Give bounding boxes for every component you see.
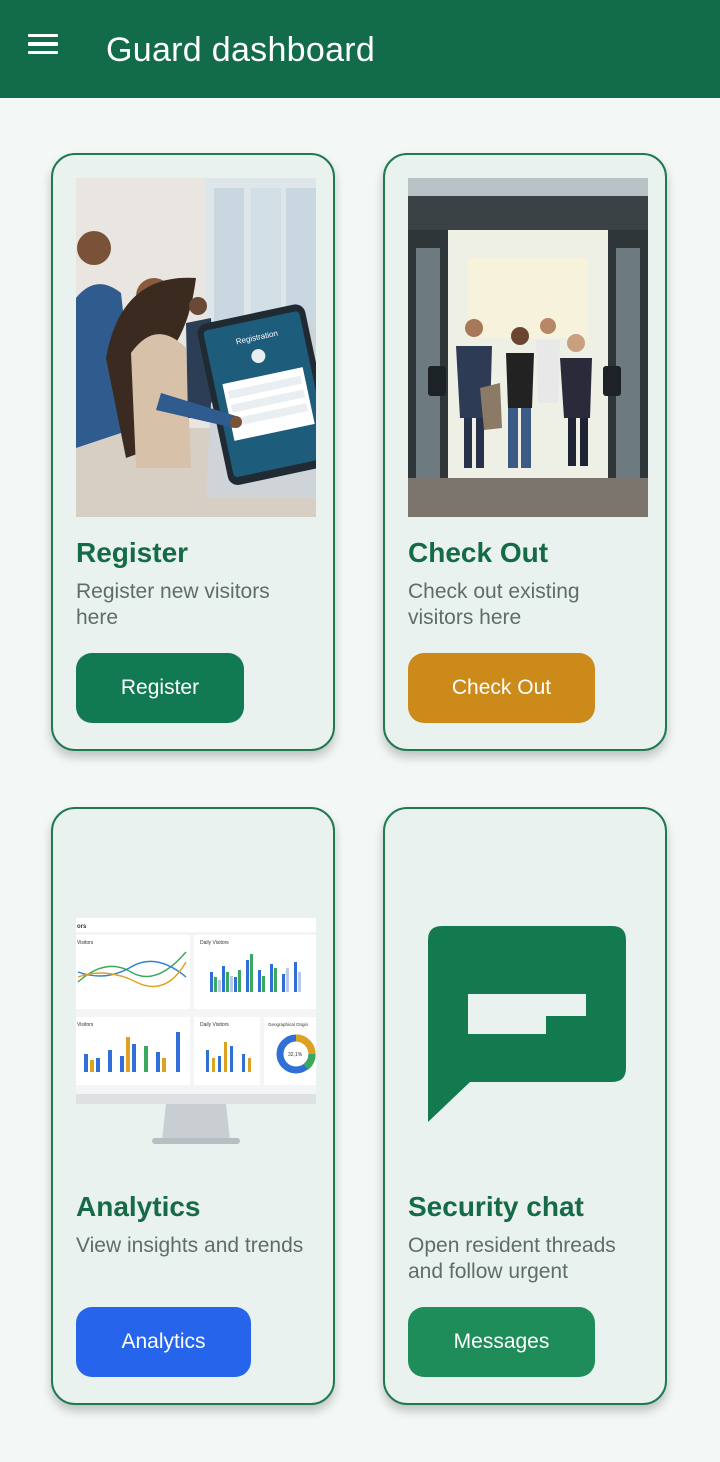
screen-header: ors (77, 924, 87, 930)
checkout-title: Check Out (408, 537, 549, 568)
analytics-title: Analytics (76, 1191, 201, 1222)
security-chat-card[interactable]: Security chat Open resident threads and … (383, 807, 667, 1405)
analytics-description: View insights and trends (76, 1234, 304, 1257)
app-bar: Guard dashboard (0, 0, 720, 98)
chat-icon (408, 832, 648, 1171)
analytics-image: ors Visitors Daily Visitors Visitors Dai… (76, 832, 316, 1171)
register-image: Registration (76, 178, 316, 517)
menu-icon[interactable] (28, 26, 72, 62)
screen-panel3-label: Visitors (77, 1022, 94, 1028)
register-title: Register (76, 537, 189, 568)
security-chat-description: Open resident threads and follow urgent (408, 1234, 616, 1283)
analytics-button[interactable]: Analytics (76, 1307, 251, 1377)
messages-button[interactable]: Messages (408, 1307, 595, 1377)
donut-value: 32,1% (288, 1052, 303, 1058)
analytics-card[interactable]: ors Visitors Daily Visitors Visitors Dai… (51, 807, 335, 1405)
security-chat-title: Security chat (408, 1191, 584, 1222)
screen-panel4-label: Daily Visitors (200, 1022, 229, 1028)
register-button[interactable]: Register (76, 653, 244, 723)
checkout-description: Check out existing visitors here (408, 580, 580, 629)
register-card[interactable]: Registration Register Register new visit… (51, 153, 335, 751)
checkout-button[interactable]: Check Out (408, 653, 595, 723)
screen-panel1-label: Visitors (77, 940, 94, 946)
page-title: Guard dashboard (106, 31, 376, 69)
screen-panel5-label: Geographical Origin (268, 1022, 309, 1027)
screen-panel2-label: Daily Visitors (200, 940, 229, 946)
checkout-image (408, 178, 648, 517)
checkout-card[interactable]: Check Out Check out existing visitors he… (383, 153, 667, 751)
register-description: Register new visitors here (76, 580, 270, 629)
